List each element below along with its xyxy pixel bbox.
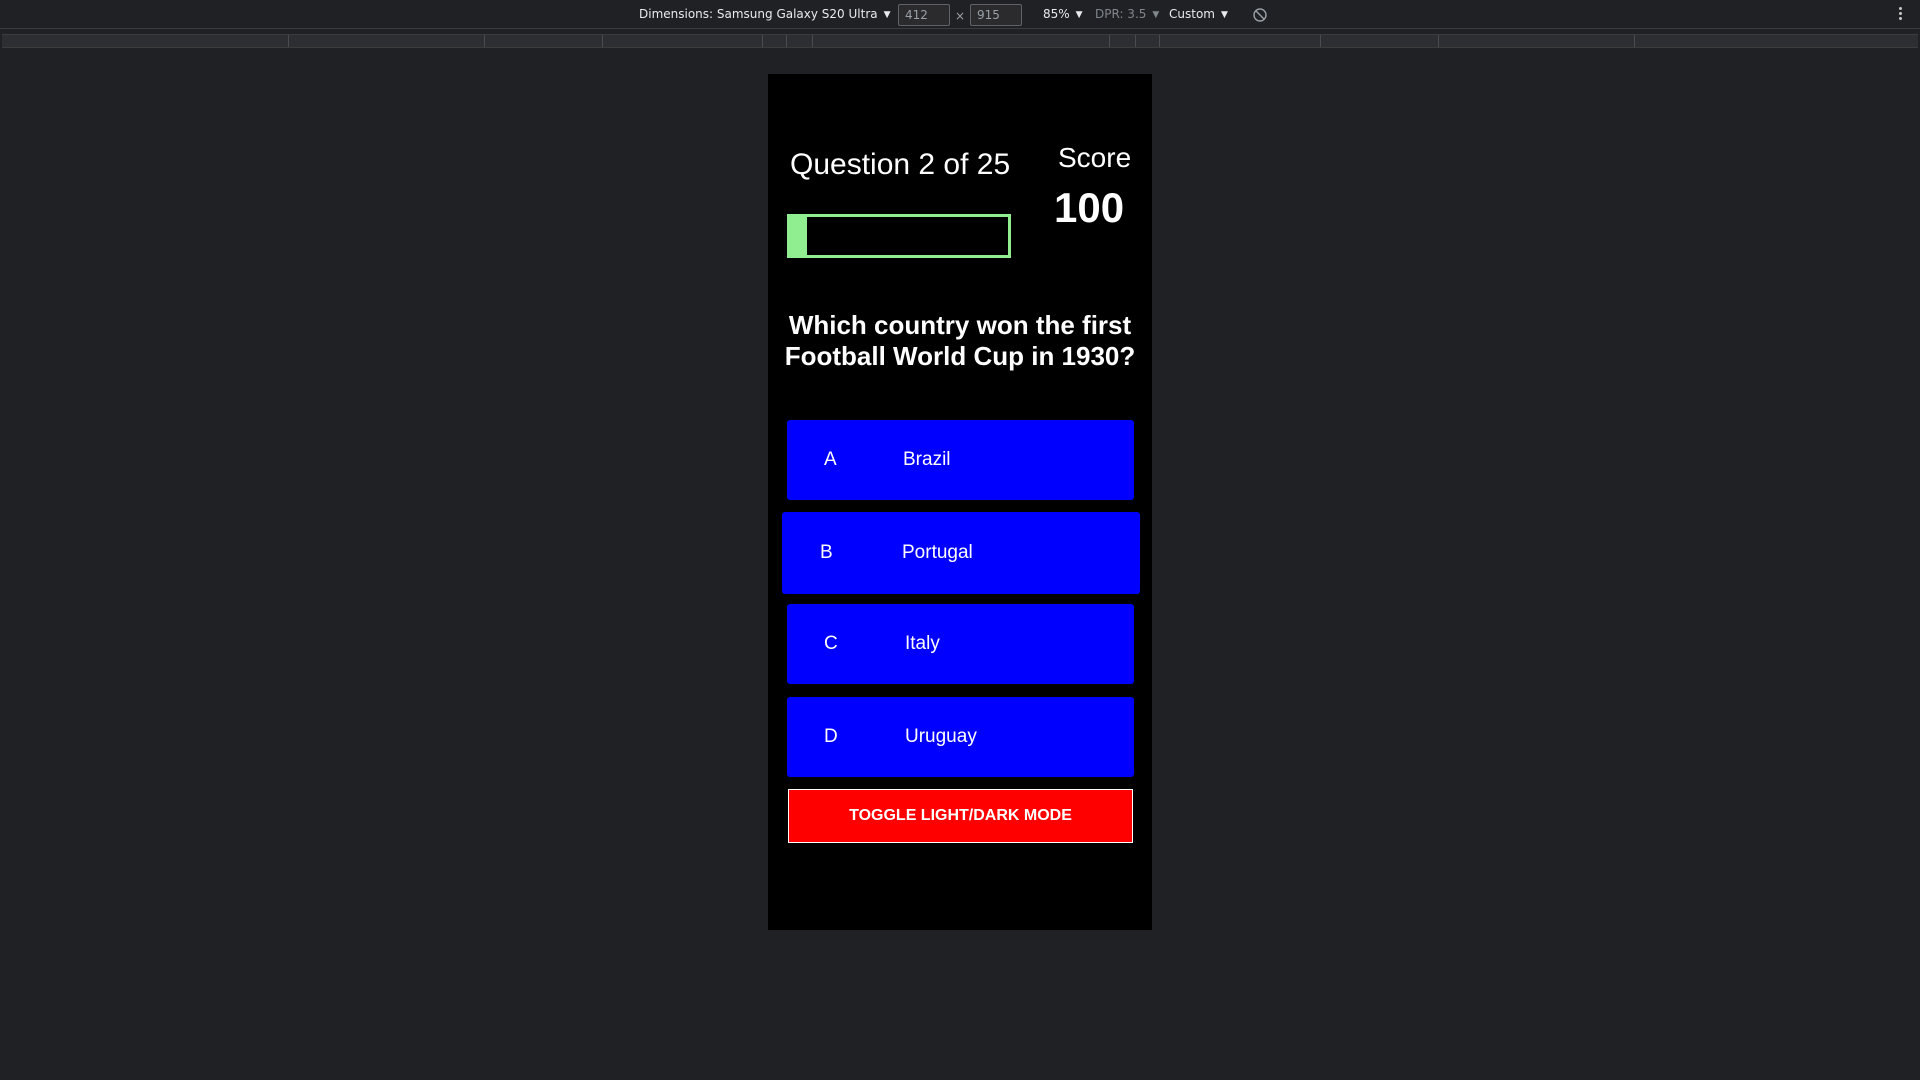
- media-query-segment[interactable]: [1135, 35, 1136, 47]
- choice-text: Brazil: [903, 449, 951, 470]
- chevron-down-icon: ▼: [1220, 10, 1228, 20]
- throttle-label: Custom: [1169, 7, 1215, 21]
- media-query-segment[interactable]: [1109, 35, 1110, 47]
- toggle-theme-button[interactable]: TOGGLE LIGHT/DARK MODE: [788, 789, 1133, 843]
- question-text: Which country won the first Football Wor…: [784, 310, 1136, 371]
- progress-fill: [790, 217, 808, 255]
- device-toolbar: Dimensions: Samsung Galaxy S20 Ultra▼ × …: [0, 0, 1920, 29]
- media-query-segment[interactable]: [786, 35, 787, 47]
- media-query-segment[interactable]: [1159, 35, 1160, 47]
- choice-prefix: A: [824, 449, 837, 470]
- times-symbol: ×: [955, 9, 966, 23]
- dpr-dropdown[interactable]: DPR: 3.5 ▼: [1095, 0, 1159, 29]
- choice-prefix: D: [824, 726, 838, 747]
- progress-bar: [787, 214, 1011, 258]
- choice-b[interactable]: B Portugal: [782, 512, 1140, 594]
- score-label: Score: [1058, 142, 1132, 173]
- zoom-label: 85%: [1043, 7, 1070, 21]
- zoom-dropdown[interactable]: 85% ▼: [1043, 0, 1083, 29]
- height-input[interactable]: [970, 4, 1022, 26]
- choice-text: Portugal: [902, 542, 973, 563]
- choice-a[interactable]: A Brazil: [787, 420, 1134, 500]
- media-query-segment[interactable]: [1634, 35, 1635, 47]
- throttle-dropdown[interactable]: Custom ▼: [1169, 0, 1228, 29]
- media-query-bar[interactable]: [2, 34, 1918, 48]
- choice-prefix: C: [824, 633, 838, 654]
- more-vertical-icon[interactable]: [1897, 5, 1903, 25]
- question-counter: Question 2 of 25: [790, 148, 1011, 181]
- choice-text: Italy: [905, 633, 940, 654]
- media-query-segment[interactable]: [762, 35, 763, 47]
- dpr-label: DPR: 3.5: [1095, 7, 1147, 21]
- chevron-down-icon: ▼: [1075, 10, 1083, 20]
- chevron-down-icon: ▼: [1152, 10, 1160, 20]
- choice-text: Uruguay: [905, 726, 977, 747]
- media-query-segment[interactable]: [1320, 35, 1321, 47]
- media-query-segment[interactable]: [288, 35, 289, 47]
- choice-prefix: B: [820, 542, 833, 563]
- media-query-segment[interactable]: [602, 35, 603, 47]
- chevron-down-icon: ▼: [883, 10, 891, 20]
- choice-c[interactable]: C Italy: [787, 604, 1134, 684]
- rotate-icon[interactable]: [1252, 7, 1268, 23]
- dimensions-dropdown[interactable]: Dimensions: Samsung Galaxy S20 Ultra ▼: [639, 0, 891, 29]
- device-viewport: Question 2 of 25 Score 100 Which country…: [768, 74, 1152, 930]
- width-input[interactable]: [898, 4, 950, 26]
- media-query-segment[interactable]: [484, 35, 485, 47]
- choice-d[interactable]: D Uruguay: [787, 697, 1134, 777]
- score-value: 100: [1054, 184, 1125, 231]
- media-query-segment[interactable]: [812, 35, 813, 47]
- dimensions-label: Dimensions: Samsung Galaxy S20 Ultra: [639, 7, 878, 21]
- media-query-segment[interactable]: [1438, 35, 1439, 47]
